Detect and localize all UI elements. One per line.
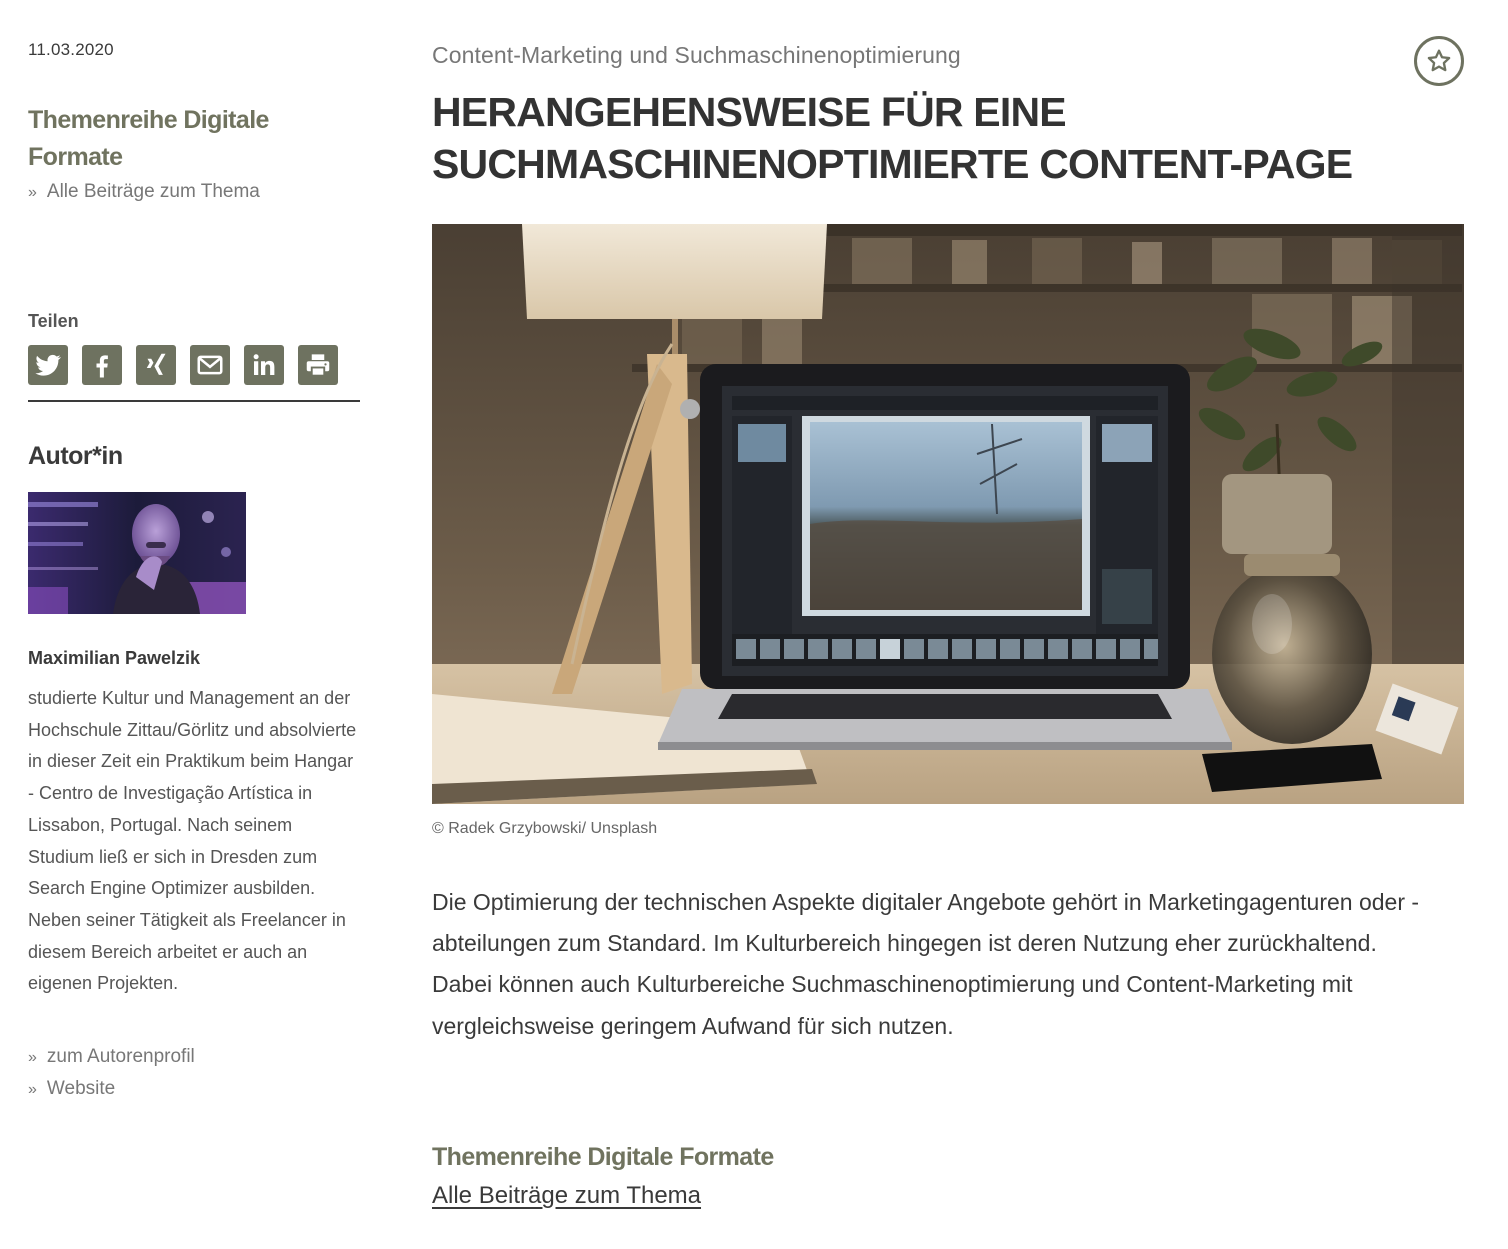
bookmark-button[interactable]	[1414, 36, 1464, 86]
facebook-icon	[96, 355, 108, 378]
print-icon	[306, 354, 330, 377]
image-credit: © Radek Grzybowski/ Unsplash	[432, 820, 658, 837]
hero-image	[432, 224, 1464, 804]
share-linkedin-button[interactable]	[244, 345, 284, 385]
article-lead: Die Optimierung der technischen Aspekte …	[432, 889, 1420, 1039]
article-headline: HERANGEHENSWEISE FÜR EINE SUCHMASCHINENO…	[432, 89, 1353, 187]
series-all-posts-link[interactable]: Alle Beiträge zum Thema	[47, 181, 260, 202]
author-portrait-image	[28, 492, 246, 614]
share-email-button[interactable]	[190, 345, 230, 385]
series-title[interactable]: Themenreihe Digitale Formate	[28, 102, 328, 176]
bullet-marker: »	[28, 184, 37, 201]
xing-icon	[146, 353, 166, 375]
share-label: Teilen	[28, 311, 79, 331]
laptop-desk-photo	[432, 224, 1464, 804]
author-website-link[interactable]: Website	[47, 1078, 115, 1099]
author-profile-link[interactable]: zum Autorenprofil	[47, 1046, 195, 1067]
author-name: Maximilian Pawelzik	[28, 648, 201, 668]
linkedin-icon	[253, 354, 275, 375]
publish-date: 11.03.2020	[28, 40, 114, 59]
author-heading: Autor*in	[28, 442, 123, 470]
share-icon-bar	[28, 345, 338, 385]
share-print-button[interactable]	[298, 345, 338, 385]
share-facebook-button[interactable]	[82, 345, 122, 385]
author-bio: studierte Kultur und Management an der H…	[28, 688, 357, 994]
share-twitter-button[interactable]	[28, 345, 68, 385]
article-category: Content-Marketing und Suchmaschinenoptim…	[432, 42, 961, 68]
twitter-icon	[35, 354, 61, 376]
series-all-posts-row: » Alle Beiträge zum Thema	[28, 176, 260, 208]
author-photo[interactable]	[28, 492, 246, 614]
star-icon	[1427, 49, 1451, 72]
author-links: » zum Autorenprofil » Website	[28, 1041, 195, 1105]
share-divider	[28, 400, 360, 402]
bullet-marker: »	[28, 1049, 37, 1066]
author-profile-row: » zum Autorenprofil	[28, 1041, 195, 1073]
footer-all-posts-link[interactable]: Alle Beiträge zum Thema	[432, 1182, 701, 1210]
bullet-marker: »	[28, 1081, 37, 1098]
footer-series-title[interactable]: Themenreihe Digitale Formate	[432, 1143, 774, 1172]
author-website-row: » Website	[28, 1073, 195, 1105]
email-icon	[197, 355, 223, 375]
share-xing-button[interactable]	[136, 345, 176, 385]
